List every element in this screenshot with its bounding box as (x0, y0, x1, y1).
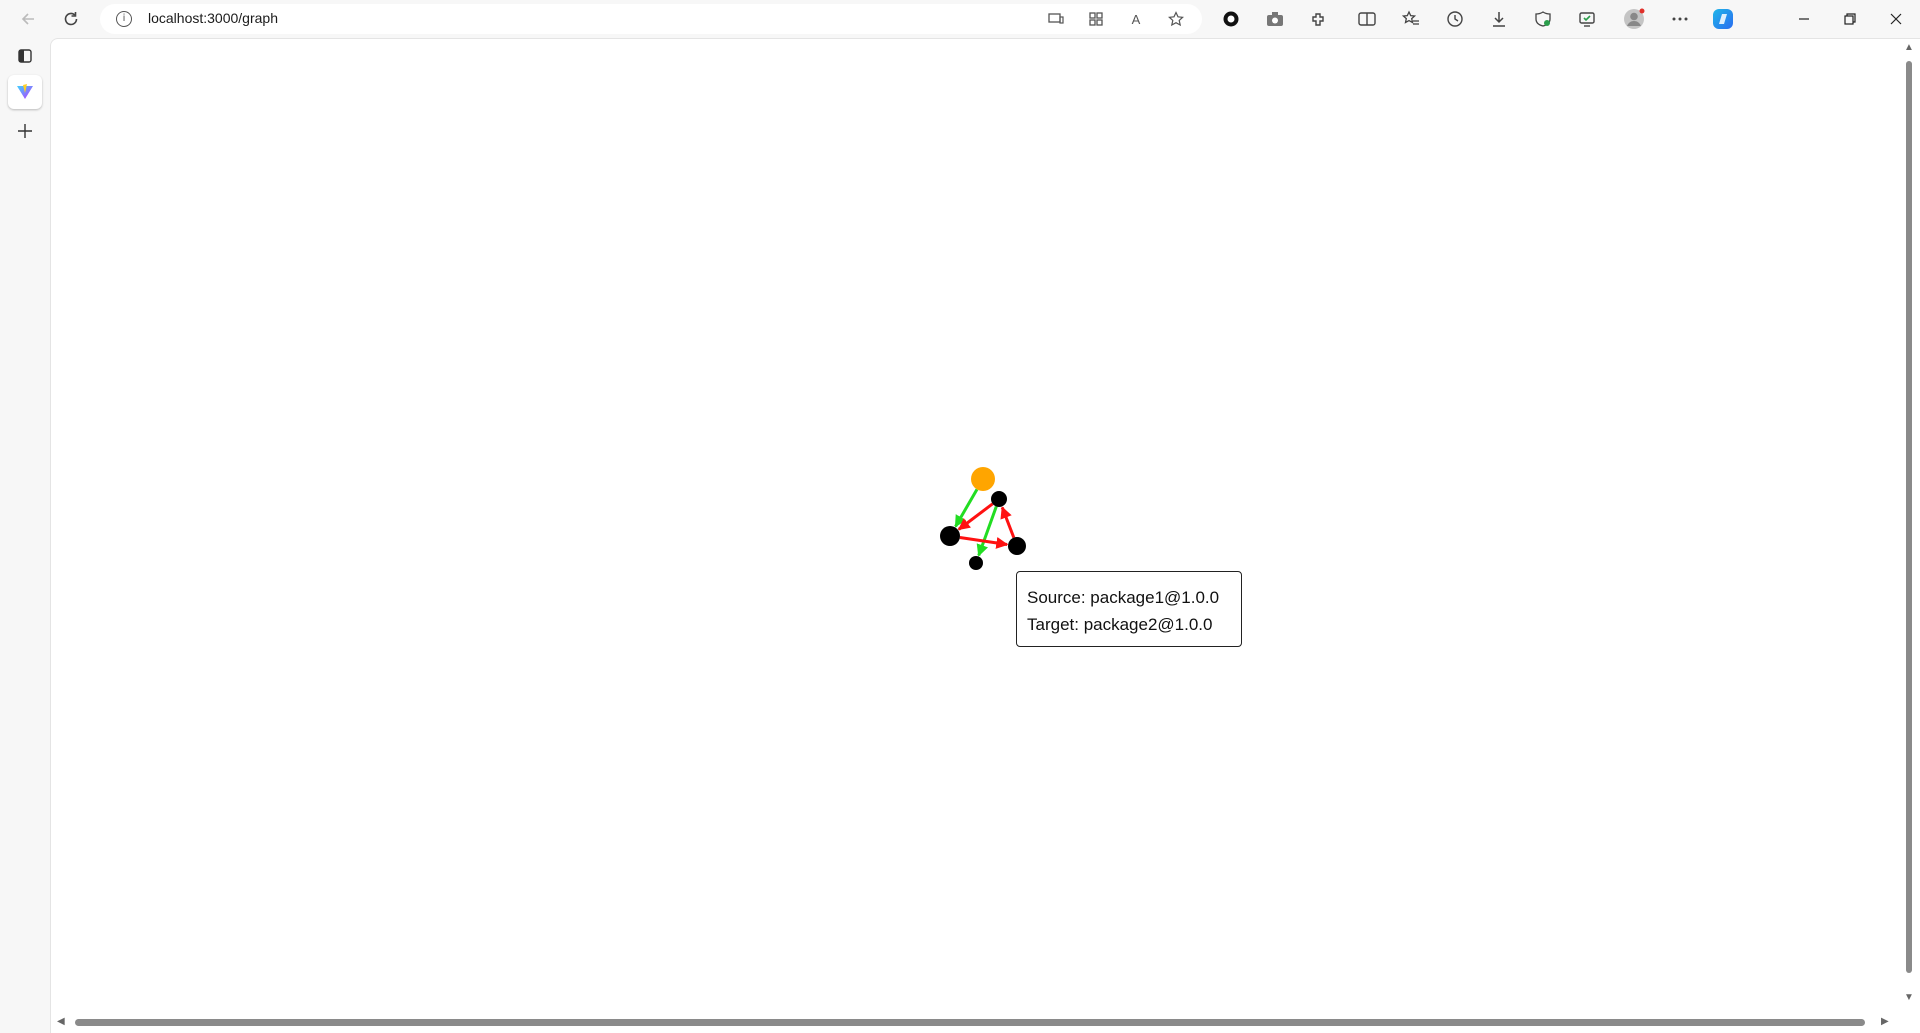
scroll-right-arrow-icon[interactable]: ▶ (1881, 1016, 1889, 1027)
app-grid-icon[interactable] (1086, 9, 1106, 29)
scroll-down-arrow-icon[interactable]: ▼ (1904, 992, 1914, 1003)
dependency-graph[interactable] (51, 39, 1899, 1012)
more-options-icon[interactable] (1668, 7, 1692, 31)
back-arrow-icon[interactable] (16, 7, 40, 31)
extensions-icon[interactable] (1307, 7, 1331, 31)
page-viewport: Source: package1@1.0.0 Target: package2@… (50, 38, 1920, 1033)
refresh-icon[interactable] (59, 7, 83, 31)
tab-actions-icon[interactable] (12, 43, 38, 69)
restore-icon[interactable] (1838, 7, 1862, 31)
scroll-left-arrow-icon[interactable]: ◀ (57, 1016, 65, 1027)
address-url[interactable]: localhost:3000/graph (148, 10, 278, 26)
minimize-icon[interactable] (1792, 7, 1816, 31)
browser-toolbar: i localhost:3000/graph A (0, 0, 1920, 38)
split-screen-icon[interactable] (1355, 7, 1379, 31)
app-available-icon[interactable] (1046, 9, 1066, 29)
nodes-layer (940, 467, 1026, 570)
graph-node-root[interactable] (971, 467, 995, 491)
copilot-icon[interactable] (1711, 7, 1735, 31)
graph-edge-n3-n1[interactable] (1000, 506, 1016, 539)
tooltip-source: Source: package1@1.0.0 (1027, 588, 1220, 607)
browser-sidebar (0, 38, 50, 1033)
site-info-icon[interactable]: i (116, 11, 132, 27)
new-tab-plus-icon[interactable] (12, 118, 38, 144)
address-bar[interactable]: i localhost:3000/graph A (100, 4, 1202, 34)
graph-node-n4[interactable] (969, 556, 983, 570)
camera-icon[interactable] (1263, 7, 1287, 31)
close-icon[interactable] (1884, 7, 1908, 31)
horizontal-scroll-thumb[interactable] (75, 1019, 1865, 1026)
scroll-up-arrow-icon[interactable]: ▲ (1904, 42, 1914, 53)
graph-edge-n1-n2[interactable] (957, 502, 994, 531)
tooltip-target: Target: package2@1.0.0 (1027, 615, 1213, 634)
edge-tooltip: Source: package1@1.0.0 Target: package2@… (1016, 571, 1242, 647)
vite-tab-icon[interactable] (8, 75, 42, 109)
downloads-icon[interactable] (1487, 7, 1511, 31)
graph-node-n1[interactable] (991, 491, 1007, 507)
vertical-scroll-thumb[interactable] (1906, 61, 1912, 973)
favorites-icon[interactable] (1399, 7, 1423, 31)
favorite-star-icon[interactable] (1166, 9, 1186, 29)
performance-icon[interactable] (1575, 7, 1599, 31)
horizontal-scrollbar[interactable]: ◀ ▶ (51, 1011, 1920, 1033)
browser-essentials-icon[interactable] (1531, 7, 1555, 31)
graph-node-n3[interactable] (1008, 537, 1026, 555)
read-aloud-icon[interactable]: A (1126, 9, 1146, 29)
graph-edge-n0-n2[interactable] (954, 488, 979, 528)
vertical-scrollbar[interactable]: ▲ ▼ (1898, 39, 1920, 1009)
record-icon[interactable] (1219, 7, 1243, 31)
graph-node-n2[interactable] (940, 526, 960, 546)
history-icon[interactable] (1443, 7, 1467, 31)
profile-avatar-icon[interactable] (1622, 7, 1646, 31)
